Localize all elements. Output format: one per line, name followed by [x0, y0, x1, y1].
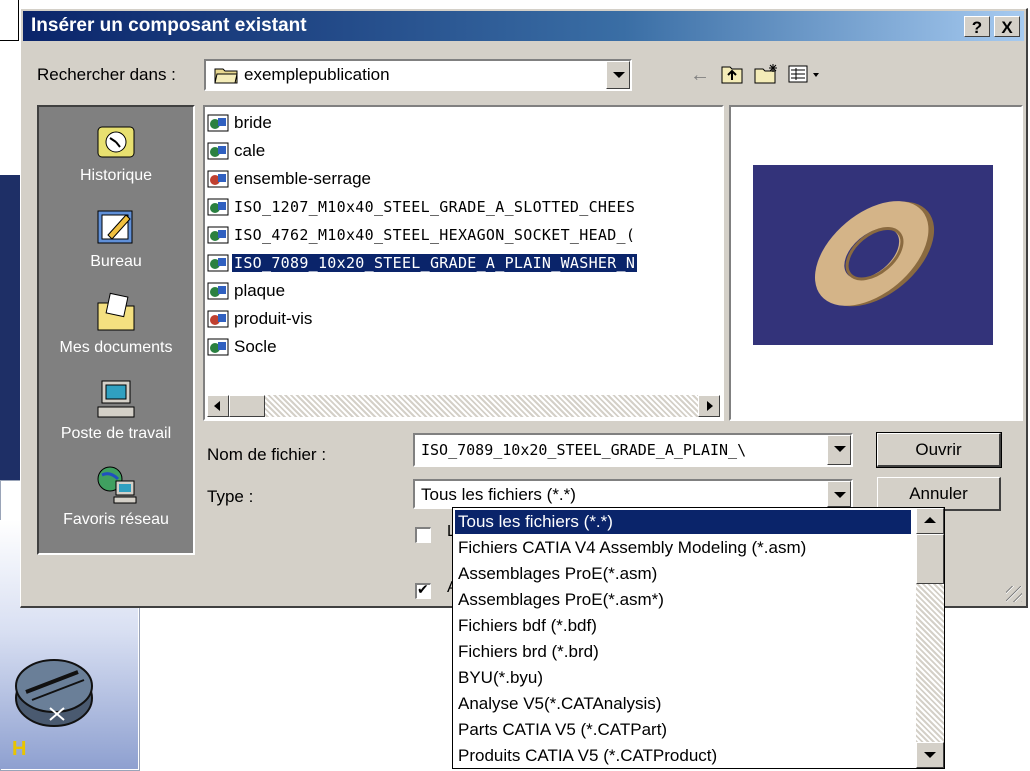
desktop-icon	[97, 210, 133, 244]
catia-part-icon	[207, 338, 229, 356]
catia-part-icon	[207, 114, 229, 132]
scroll-up-icon[interactable]	[916, 508, 944, 534]
view-menu-icon[interactable]	[785, 63, 825, 87]
scroll-thumb[interactable]	[229, 395, 265, 417]
dropdown-option[interactable]: Parts CATIA V5 (*.CATPart)	[455, 718, 911, 742]
resize-grip-icon[interactable]	[1006, 586, 1022, 602]
scroll-thumb[interactable]	[916, 534, 944, 584]
filename-combo[interactable]: ISO_7089_10x20_STEEL_GRADE_A_PLAIN_\	[413, 433, 853, 467]
folder-icon	[214, 68, 238, 84]
file-name: ISO_4762_M10x40_STEEL_HEXAGON_SOCKET_HEA…	[234, 225, 636, 244]
list-item[interactable]: produit-vis	[207, 305, 314, 331]
place-label: Bureau	[90, 253, 142, 270]
catia-part-icon	[207, 282, 229, 300]
dropdown-option[interactable]: Produits CATIA V5 (*.CATProduct)	[455, 744, 911, 768]
type-combo[interactable]: Tous les fichiers (*.*)	[413, 479, 853, 509]
place-label: Favoris réseau	[63, 511, 169, 528]
file-name: produit-vis	[234, 308, 313, 328]
catia-product-icon	[207, 310, 229, 328]
place-my-documents[interactable]: Mes documents	[39, 291, 193, 357]
background-window-edge	[0, 0, 19, 41]
list-item[interactable]: ISO_4762_M10x40_STEEL_HEXAGON_SOCKET_HEA…	[207, 221, 637, 247]
catia-part-icon	[207, 254, 229, 272]
open-button[interactable]: Ouvrir	[876, 432, 1002, 468]
my-computer-icon	[97, 380, 135, 418]
list-item[interactable]: Socle	[207, 333, 279, 359]
scroll-right-icon[interactable]	[698, 395, 720, 417]
type-dropdown-button[interactable]	[827, 481, 851, 507]
dropdown-option[interactable]: Fichiers brd (*.brd)	[455, 640, 911, 664]
scroll-down-icon[interactable]	[916, 742, 944, 768]
file-name: bride	[234, 112, 272, 132]
axis-label: H	[12, 738, 27, 760]
up-folder-icon[interactable]	[719, 63, 745, 87]
catia-part-icon	[207, 142, 229, 160]
list-item[interactable]: ISO_1207_M10x40_STEEL_GRADE_A_SLOTTED_CH…	[207, 193, 637, 219]
file-list[interactable]: bride cale ensemble-serrage ISO_1207_M10…	[203, 105, 724, 421]
type-value: Tous les fichiers (*.*)	[421, 485, 576, 504]
file-name: ISO_7089_10x20_STEEL_GRADE_A_PLAIN_WASHE…	[232, 253, 638, 272]
dropdown-option[interactable]: Assemblages ProE(*.asm*)	[455, 588, 911, 612]
dropdown-option[interactable]: Tous les fichiers (*.*)	[455, 510, 911, 534]
dropdown-option[interactable]: Assemblages ProE(*.asm)	[455, 562, 911, 586]
title-bar[interactable]: Insérer un composant existant ? X	[23, 11, 1024, 41]
file-name: ensemble-serrage	[234, 168, 372, 188]
new-folder-icon[interactable]	[753, 63, 779, 87]
horizontal-scrollbar[interactable]	[207, 395, 720, 417]
place-label: Poste de travail	[60, 425, 172, 442]
catia-product-icon	[207, 170, 229, 188]
type-dropdown-list[interactable]: Tous les fichiers (*.*) Fichiers CATIA V…	[452, 507, 945, 769]
network-places-icon	[97, 466, 137, 504]
dialog-title: Insérer un composant existant	[31, 15, 307, 36]
place-desktop[interactable]: Bureau	[39, 205, 193, 271]
place-my-computer[interactable]: Poste de travail	[39, 377, 193, 443]
list-item[interactable]: cale	[207, 137, 267, 163]
place-history[interactable]: Historique	[39, 119, 193, 185]
dropdown-option[interactable]: Fichiers CATIA V4 Assembly Modeling (*.a…	[455, 536, 911, 560]
place-label: Historique	[79, 167, 153, 184]
look-in-value: exemplepublication	[244, 65, 390, 84]
my-documents-icon	[97, 292, 135, 331]
look-in-dropdown-button[interactable]	[606, 61, 630, 89]
places-bar: Historique Bureau Mes documents Poste de…	[37, 105, 195, 555]
dropdown-option[interactable]: Fichiers bdf (*.bdf)	[455, 614, 911, 638]
scroll-left-icon[interactable]	[207, 395, 229, 417]
file-name: ISO_1207_M10x40_STEEL_GRADE_A_SLOTTED_CH…	[234, 197, 636, 216]
option-checkbox-1[interactable]	[415, 527, 431, 543]
list-item-selected[interactable]: ISO_7089_10x20_STEEL_GRADE_A_PLAIN_WASHE…	[207, 249, 638, 275]
dropdown-option[interactable]: BYU(*.byu)	[455, 666, 911, 690]
list-item[interactable]: bride	[207, 109, 274, 135]
history-icon	[97, 126, 135, 158]
place-network[interactable]: Favoris réseau	[39, 463, 193, 529]
look-in-label: Rechercher dans :	[37, 65, 176, 84]
type-label: Type :	[207, 487, 254, 506]
part-body-icon	[15, 659, 93, 727]
filename-value: ISO_7089_10x20_STEEL_GRADE_A_PLAIN_\	[421, 441, 747, 459]
file-name: cale	[234, 140, 266, 160]
catia-part-icon	[207, 198, 229, 216]
help-button[interactable]: ?	[964, 16, 990, 37]
place-label: Mes documents	[59, 339, 173, 356]
filename-dropdown-button[interactable]	[827, 435, 851, 465]
file-name: plaque	[234, 280, 286, 300]
preview-pane	[729, 105, 1023, 421]
filename-label: Nom de fichier :	[207, 445, 327, 464]
option-checkbox-2[interactable]	[415, 581, 431, 599]
file-name: Socle	[234, 336, 277, 356]
list-item[interactable]: ensemble-serrage	[207, 165, 373, 191]
look-in-combo[interactable]: exemplepublication	[204, 59, 632, 91]
dropdown-option[interactable]: Analyse V5(*.CATAnalysis)	[455, 692, 911, 716]
washer-preview-image	[753, 165, 993, 345]
list-item[interactable]: plaque	[207, 277, 287, 303]
back-arrow-icon[interactable]: ←	[687, 63, 713, 87]
close-button[interactable]: X	[994, 16, 1020, 37]
catia-part-icon	[207, 226, 229, 244]
vertical-scrollbar[interactable]	[916, 508, 944, 768]
cancel-button[interactable]: Annuler	[877, 477, 1001, 511]
